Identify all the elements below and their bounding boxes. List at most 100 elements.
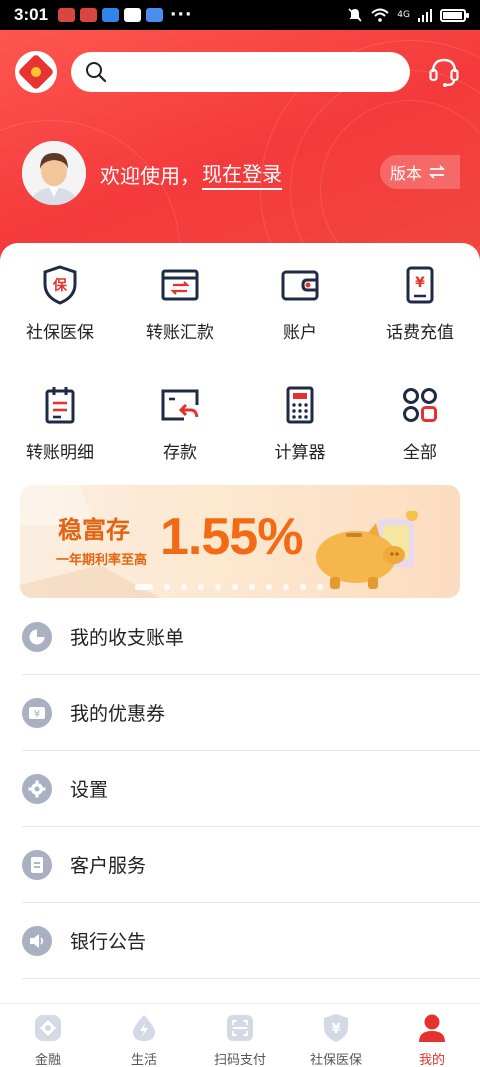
- search-bar[interactable]: [71, 52, 410, 92]
- menu-item-label: 我的收支账单: [70, 627, 185, 649]
- quick-action-label: 转账汇款: [146, 323, 214, 343]
- banner-dot[interactable]: [266, 584, 272, 590]
- quick-actions-row-2: 转账明细 存款 计算器 全部: [0, 385, 480, 463]
- notification-app-icon: [124, 8, 142, 22]
- svg-text:¥: ¥: [331, 1022, 340, 1037]
- scan-pay-icon: [227, 1015, 253, 1041]
- tab-label: 生活: [130, 1053, 157, 1067]
- quick-action-label: 全部: [403, 443, 437, 463]
- wifi-icon: [371, 8, 389, 22]
- battery-icon: [440, 8, 469, 22]
- network-type-label: 4G: [397, 10, 410, 20]
- tab-label: 我的: [418, 1053, 445, 1067]
- status-time: 3:01: [14, 5, 49, 24]
- banner-dot[interactable]: [198, 584, 204, 590]
- banner-dot[interactable]: [232, 584, 238, 590]
- login-prompt[interactable]: 欢迎使用， 现在登录: [100, 158, 282, 190]
- all-apps-icon: [403, 388, 437, 422]
- quick-action-social-insurance[interactable]: 保 社保医保: [0, 265, 120, 343]
- search-icon: [86, 62, 107, 83]
- menu-item-settings[interactable]: 设置: [22, 751, 480, 827]
- signal-icon: [418, 8, 432, 22]
- bottom-tab-bar: 金融 生活 扫码支付 ¥ 社保医保 我的: [0, 1003, 480, 1067]
- quick-action-transfer-detail[interactable]: 转账明细: [0, 385, 120, 463]
- login-link[interactable]: 现在登录: [202, 158, 282, 190]
- quick-action-label: 账户: [283, 323, 317, 343]
- tab-social-insurance[interactable]: ¥ 社保医保: [288, 1004, 384, 1067]
- customer-support-headset-icon[interactable]: [428, 55, 460, 89]
- version-switch-button[interactable]: 版本: [380, 155, 460, 189]
- bank-logo[interactable]: [15, 51, 57, 93]
- tab-scan-pay[interactable]: 扫码支付: [192, 1004, 288, 1067]
- menu-item-customer-service[interactable]: 客户服务: [22, 827, 480, 903]
- social-insurance-shield-icon: 保: [43, 265, 77, 305]
- transfer-detail-icon: [45, 387, 75, 424]
- switch-arrows-icon: [428, 165, 446, 179]
- quick-action-deposit[interactable]: 存款: [120, 385, 240, 463]
- tab-label: 金融: [34, 1053, 61, 1067]
- svg-text:¥: ¥: [415, 275, 425, 291]
- banner-dot[interactable]: [164, 584, 170, 590]
- banner-subtitle: 一年期利率至高: [56, 553, 148, 568]
- finance-icon: [35, 1015, 61, 1041]
- tab-finance[interactable]: 金融: [0, 1004, 96, 1067]
- menu-item-bills[interactable]: 我的收支账单: [22, 599, 480, 675]
- menu-item-announcements[interactable]: 银行公告: [22, 903, 480, 979]
- notification-app-icon: [80, 8, 98, 22]
- quick-action-transfer[interactable]: 转账汇款: [120, 265, 240, 343]
- notification-app-icon: [146, 8, 164, 22]
- quick-action-label: 计算器: [274, 443, 326, 463]
- tab-me[interactable]: 我的: [384, 1004, 480, 1067]
- quick-action-label: 话费充值: [386, 323, 454, 343]
- mute-icon: [348, 8, 362, 22]
- quick-action-label: 社保医保: [26, 323, 94, 343]
- phone-topup-icon: ¥: [406, 266, 434, 304]
- transfer-icon: [161, 269, 199, 301]
- menu-item-label: 我的优惠券: [70, 703, 166, 725]
- user-icon: [419, 1014, 445, 1042]
- pie-chart-icon: [22, 621, 52, 652]
- life-icon: [133, 1015, 155, 1041]
- svg-text:保: 保: [52, 277, 68, 294]
- menu-item-label: 设置: [70, 779, 109, 801]
- svg-text:¥: ¥: [34, 709, 40, 720]
- more-notifications-icon: ···: [170, 5, 193, 25]
- shield-yuan-icon: ¥: [324, 1014, 348, 1042]
- banner-dot[interactable]: [283, 584, 289, 590]
- menu-item-label: 银行公告: [70, 931, 147, 953]
- status-bar: 3:01 ··· 4G: [0, 0, 480, 30]
- document-icon: [22, 849, 52, 880]
- gear-icon: [22, 773, 52, 804]
- avatar[interactable]: [22, 141, 86, 205]
- banner-dot[interactable]: [215, 584, 221, 590]
- quick-action-account[interactable]: 账户: [240, 265, 360, 343]
- promo-banner[interactable]: 稳富存 一年期利率至高 1.55%: [20, 485, 460, 598]
- menu-item-coupons[interactable]: ¥ 我的优惠券: [22, 675, 480, 751]
- banner-dot[interactable]: [135, 584, 153, 590]
- notification-app-icon: [102, 8, 120, 22]
- piggy-bank-icon: [316, 511, 418, 589]
- version-label: 版本: [390, 164, 423, 183]
- tab-life[interactable]: 生活: [96, 1004, 192, 1067]
- banner-dot[interactable]: [317, 584, 323, 590]
- tab-label: 社保医保: [309, 1053, 362, 1067]
- search-input[interactable]: [115, 63, 396, 81]
- header-background: [0, 0, 480, 270]
- deposit-icon: [161, 389, 199, 421]
- menu-item-label: 客户服务: [70, 855, 147, 877]
- banner-title: 稳富存: [58, 516, 130, 544]
- banner-dot[interactable]: [300, 584, 306, 590]
- banner-rate: 1.55%: [160, 508, 303, 566]
- quick-action-calculator[interactable]: 计算器: [240, 385, 360, 463]
- quick-action-phone-topup[interactable]: ¥ 话费充值: [360, 265, 480, 343]
- banner-dot[interactable]: [249, 584, 255, 590]
- notification-app-icon: [58, 8, 76, 22]
- calculator-icon: [286, 386, 314, 424]
- quick-action-all[interactable]: 全部: [360, 385, 480, 463]
- tab-label: 扫码支付: [213, 1053, 266, 1067]
- coupon-icon: ¥: [22, 697, 52, 728]
- speaker-icon: [22, 925, 52, 956]
- quick-action-label: 存款: [163, 443, 197, 463]
- quick-action-label: 转账明细: [26, 443, 94, 463]
- banner-dot[interactable]: [181, 584, 187, 590]
